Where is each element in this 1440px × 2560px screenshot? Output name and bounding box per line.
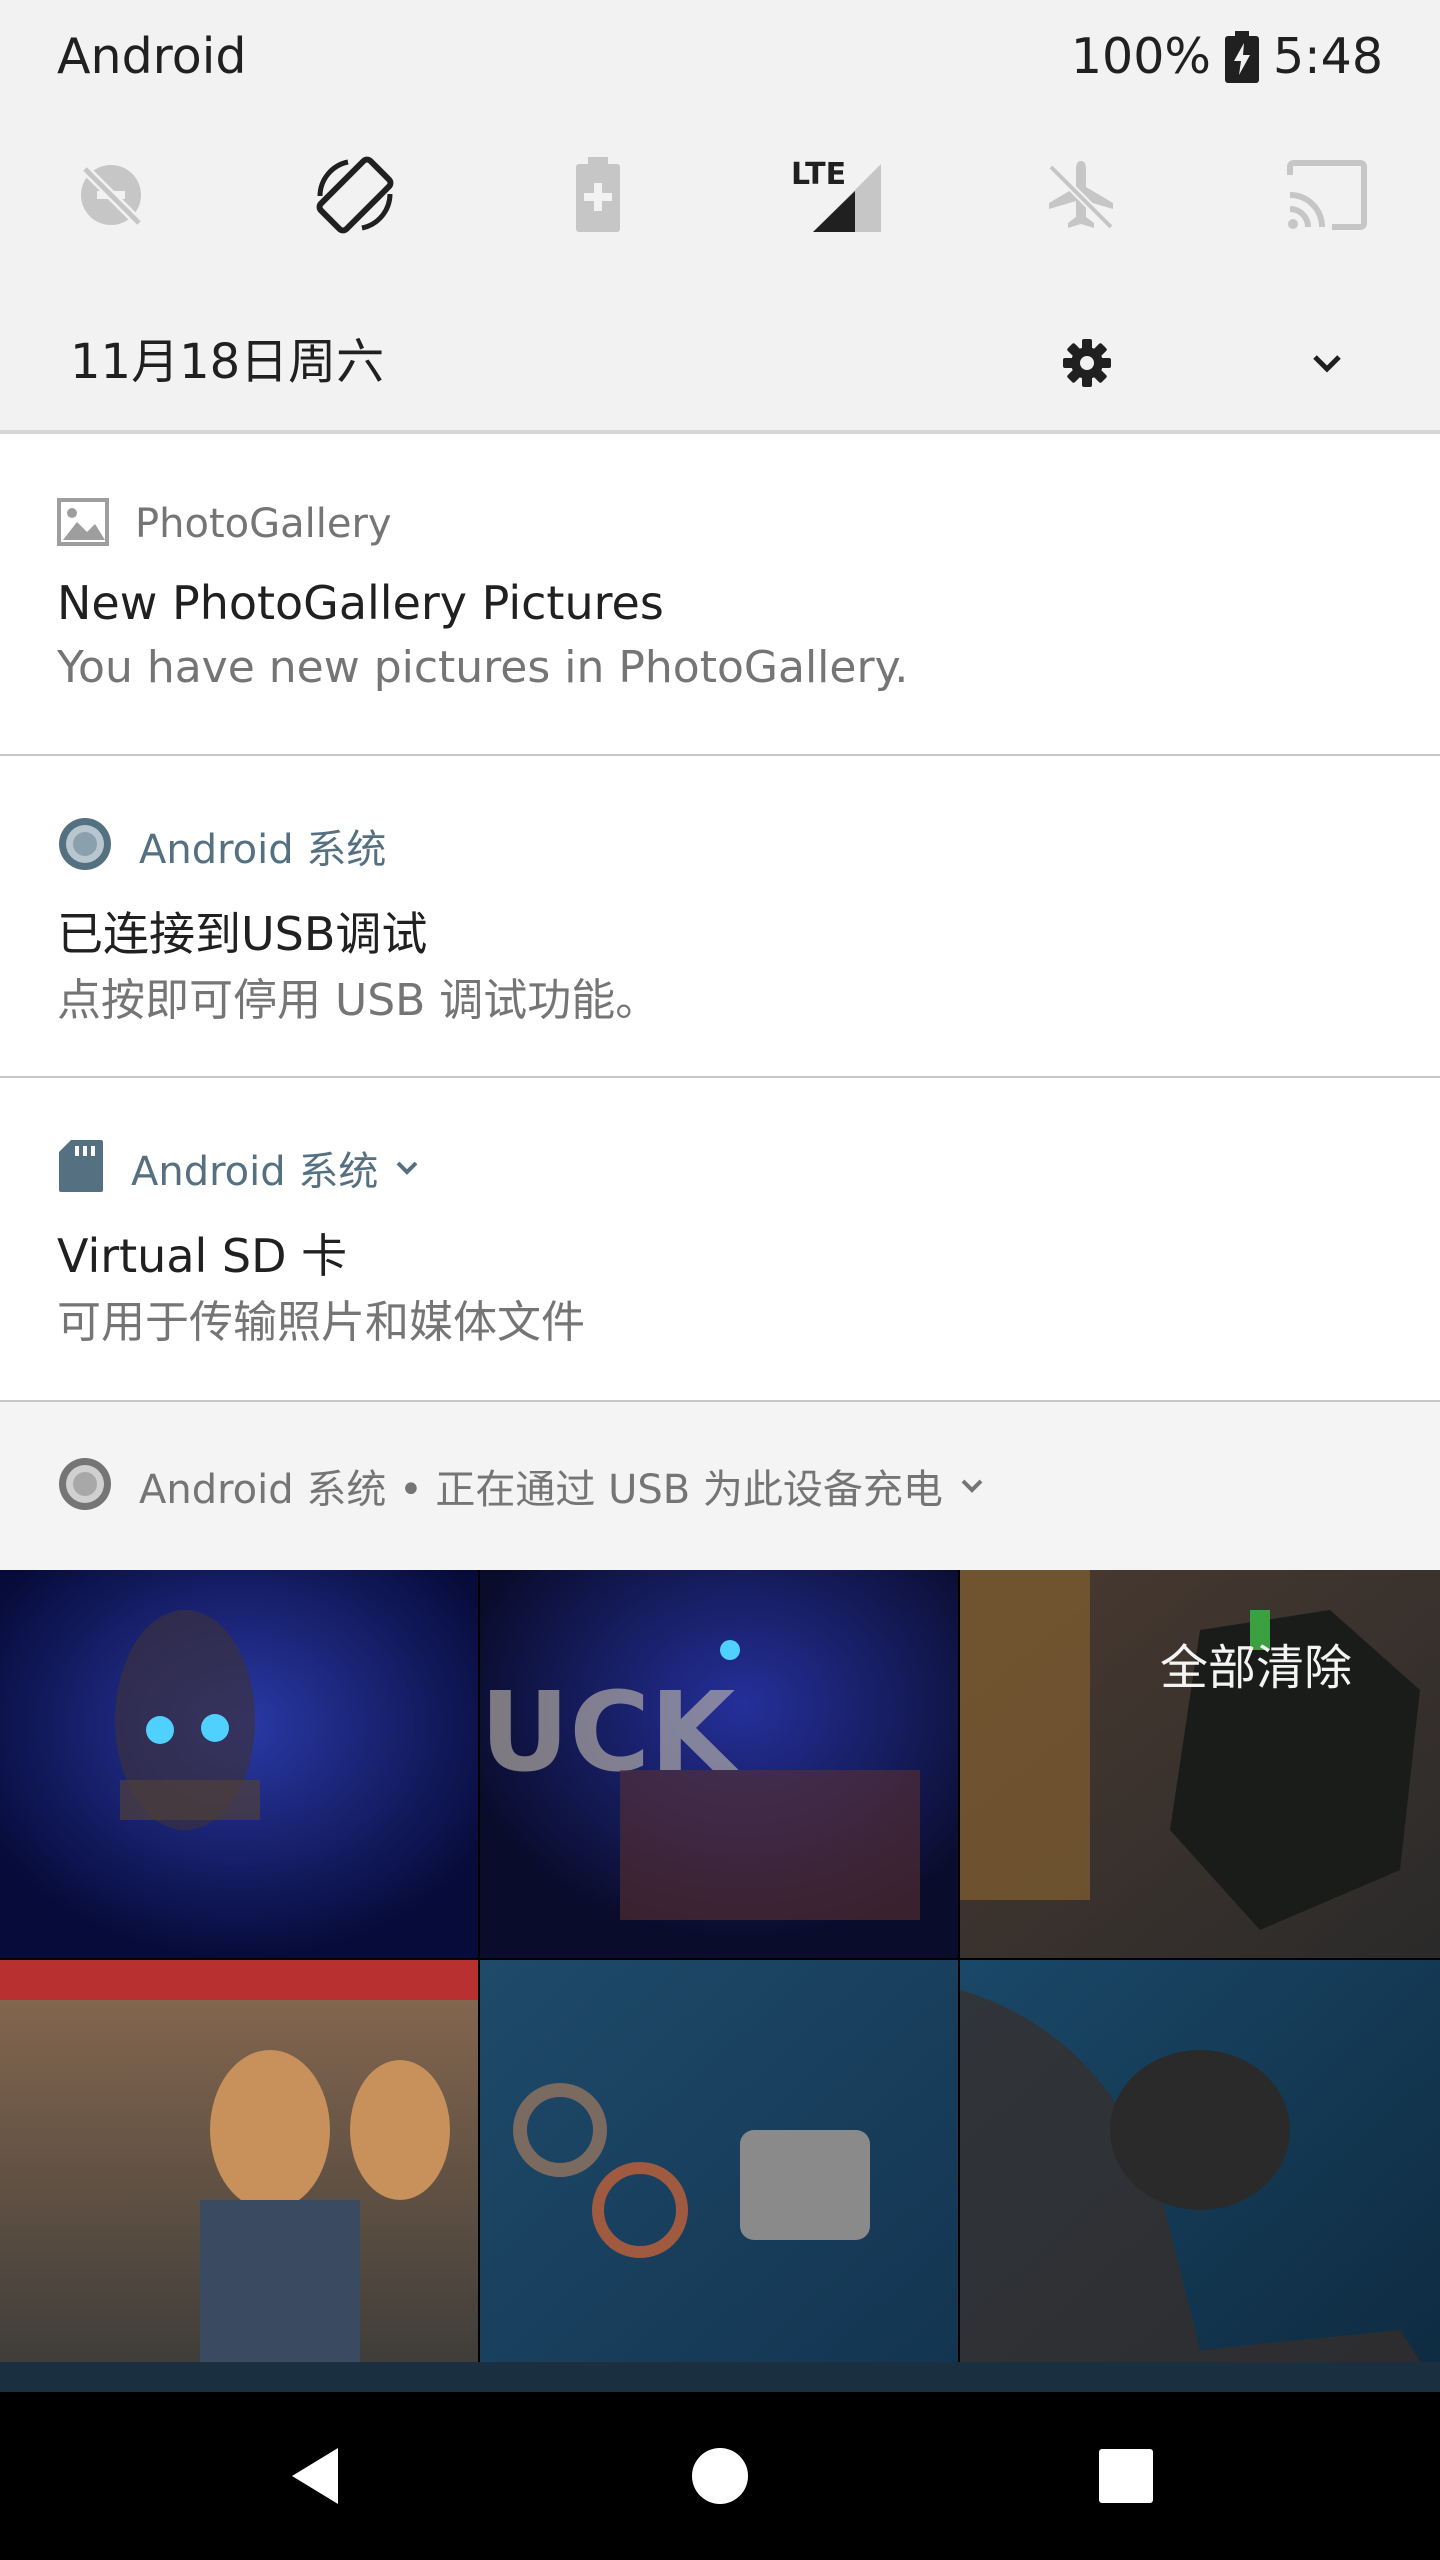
image-icon: [57, 498, 109, 550]
auto-rotate-icon[interactable]: [300, 140, 410, 250]
android-system-icon: [57, 816, 113, 876]
notification-text: You have new pictures in PhotoGallery.: [57, 642, 909, 693]
chevron-down-icon[interactable]: [957, 1471, 987, 1501]
date-row: 11月18日周六: [0, 300, 1440, 410]
notification-virtual-sd[interactable]: Android 系统 Virtual SD 卡 可用于传输照片和媒体文件: [0, 1078, 1440, 1400]
date-label[interactable]: 11月18日周六: [70, 322, 384, 392]
data-saver-off-icon[interactable]: [56, 140, 166, 250]
status-bar: Android 100% 5:48: [0, 0, 1440, 118]
home-icon[interactable]: [670, 2426, 770, 2526]
notification-header: Android 系统 • 正在通过 USB 为此设备充电: [57, 1456, 987, 1516]
notification-text: 可用于传输照片和媒体文件: [57, 1297, 585, 1348]
gear-icon[interactable]: [1042, 318, 1132, 408]
notification-text: 点按即可停用 USB 调试功能。: [57, 975, 660, 1026]
notification-title: 已连接到USB调试: [57, 907, 428, 961]
carrier-label: Android: [57, 28, 247, 85]
group-summary-text: Android 系统 • 正在通过 USB 为此设备充电: [139, 1467, 943, 1513]
chevron-down-icon[interactable]: [392, 1153, 422, 1183]
notification-app-name: Android 系统: [139, 827, 387, 873]
android-system-icon: [57, 1456, 113, 1516]
sd-card-icon: [57, 1138, 105, 1198]
notification-usb-debugging[interactable]: Android 系统 已连接到USB调试 点按即可停用 USB 调试功能。: [0, 756, 1440, 1076]
quick-settings-tiles: LTE: [0, 140, 1440, 250]
clock: 5:48: [1272, 28, 1383, 85]
airplane-mode-icon[interactable]: [1026, 140, 1136, 250]
notification-title: Virtual SD 卡: [57, 1229, 348, 1283]
notification-app-name: Android 系统: [131, 1149, 379, 1195]
status-right-group: 100% 5:48: [1071, 28, 1383, 85]
back-icon[interactable]: [266, 2426, 366, 2526]
lte-signal-icon[interactable]: LTE: [780, 140, 890, 250]
chevron-down-icon[interactable]: [1282, 318, 1372, 408]
clear-all-button[interactable]: 全部清除: [1160, 1628, 1352, 1698]
collapsed-notification-group[interactable]: Android 系统 • 正在通过 USB 为此设备充电: [0, 1402, 1440, 1570]
cast-icon[interactable]: [1272, 140, 1382, 250]
battery-percent: 100%: [1070, 28, 1211, 85]
notification-header: PhotoGallery: [57, 494, 392, 554]
navigation-bar: [0, 2392, 1440, 2560]
notification-header: Android 系统: [57, 1138, 422, 1198]
battery-charging-icon: [1224, 30, 1259, 83]
notification-app-name: PhotoGallery: [135, 501, 392, 547]
svg-text:LTE: LTE: [791, 157, 846, 192]
notification-header: Android 系统: [57, 816, 386, 876]
notification-title: New PhotoGallery Pictures: [57, 576, 664, 630]
notification-photogallery[interactable]: PhotoGallery New PhotoGallery Pictures Y…: [0, 434, 1440, 754]
recents-icon[interactable]: [1076, 2426, 1176, 2526]
battery-saver-icon[interactable]: [543, 140, 653, 250]
